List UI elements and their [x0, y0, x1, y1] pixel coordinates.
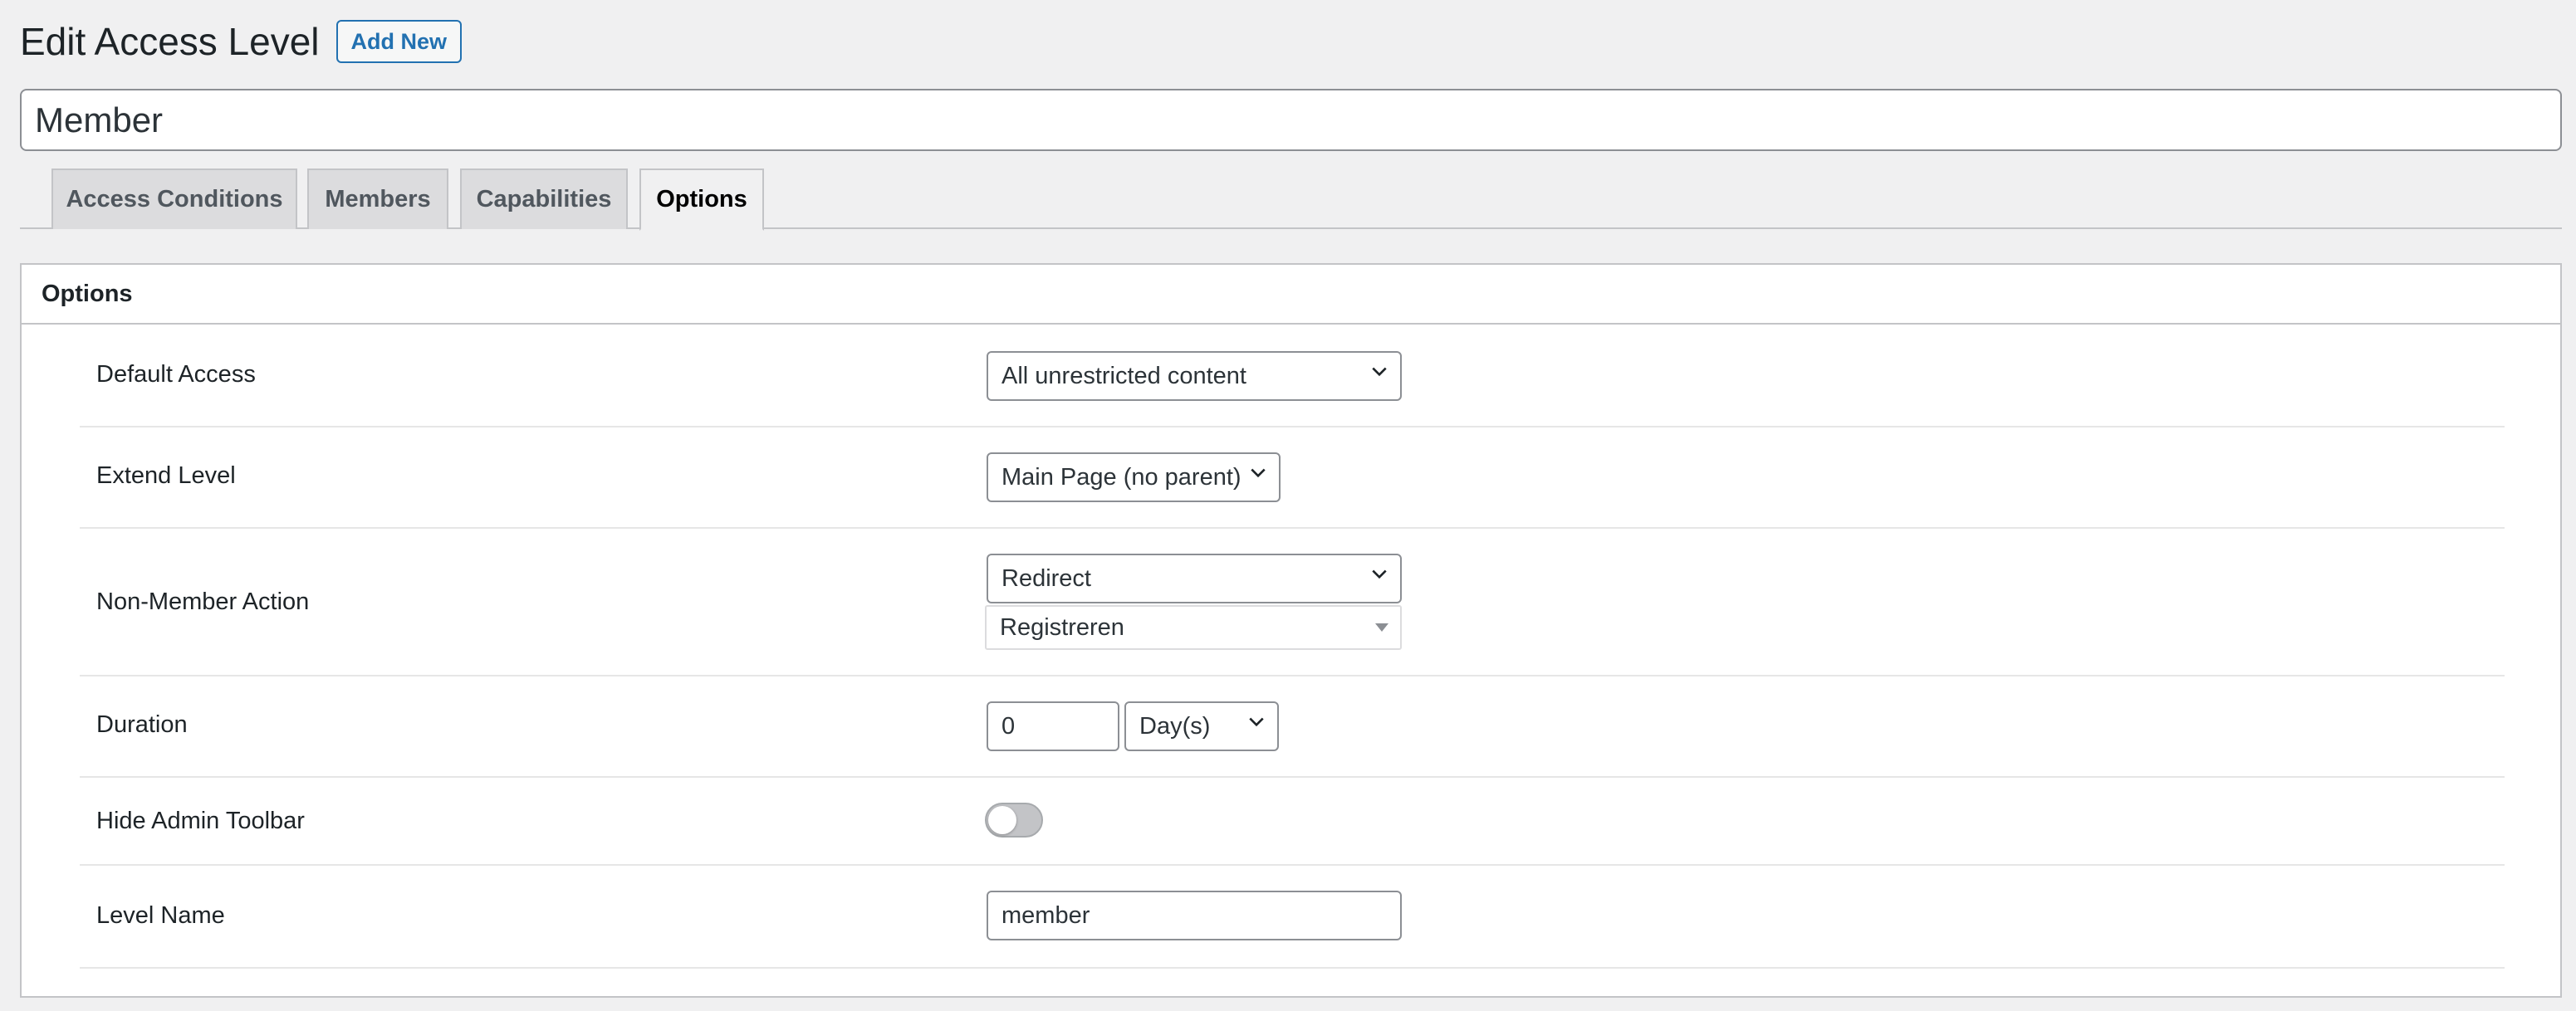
- non-member-action-row: Non-Member Action Redirect Registreren: [80, 529, 2505, 676]
- default-access-select[interactable]: All unrestricted content: [987, 351, 1402, 401]
- duration-value-input[interactable]: [987, 701, 1119, 751]
- duration-row: Duration Day(s): [80, 676, 2505, 778]
- hide-admin-toolbar-toggle[interactable]: [985, 803, 1043, 838]
- non-member-action-label: Non-Member Action: [96, 589, 310, 615]
- non-member-action-select[interactable]: Redirect: [987, 554, 1402, 603]
- tab-members[interactable]: Members: [307, 168, 448, 229]
- options-panel-heading: Options: [22, 265, 2560, 325]
- edit-access-level-page: Edit Access Level Add New Access Conditi…: [0, 0, 2576, 1011]
- extend-level-label: Extend Level: [96, 462, 236, 489]
- duration-label: Duration: [96, 711, 188, 738]
- page-title: Edit Access Level: [20, 20, 320, 63]
- default-access-label: Default Access: [96, 361, 256, 388]
- tab-access-conditions[interactable]: Access Conditions: [51, 168, 297, 229]
- chevron-down-icon: [1251, 468, 1266, 478]
- redirect-target-selected: Registreren: [1000, 613, 1124, 641]
- tab-options[interactable]: Options: [639, 168, 764, 231]
- chevron-down-icon: [1249, 717, 1264, 727]
- default-access-selected: All unrestricted content: [1002, 362, 1246, 389]
- toggle-knob: [988, 806, 1016, 834]
- level-title-input[interactable]: [20, 89, 2562, 151]
- options-panel: Options Default Access All unrestricted …: [20, 263, 2562, 998]
- extend-level-row: Extend Level Main Page (no parent): [80, 427, 2505, 529]
- extend-level-selected: Main Page (no parent): [1002, 463, 1241, 491]
- redirect-target-select[interactable]: Registreren: [985, 605, 1402, 650]
- caret-down-icon: [1375, 623, 1388, 632]
- level-name-row: Level Name: [80, 866, 2505, 969]
- add-new-button[interactable]: Add New: [335, 20, 463, 63]
- page-header: Edit Access Level Add New: [20, 17, 463, 66]
- extend-level-select[interactable]: Main Page (no parent): [987, 452, 1281, 502]
- chevron-down-icon: [1372, 569, 1387, 579]
- default-access-row: Default Access All unrestricted content: [80, 326, 2505, 427]
- level-name-input[interactable]: [987, 891, 1402, 940]
- hide-admin-toolbar-label: Hide Admin Toolbar: [96, 808, 305, 834]
- non-member-action-selected: Redirect: [1002, 564, 1091, 592]
- level-name-label: Level Name: [96, 902, 225, 929]
- tab-bar: Access Conditions Members Capabilities O…: [20, 168, 2562, 231]
- duration-unit-selected: Day(s): [1139, 712, 1211, 740]
- hide-admin-toolbar-row: Hide Admin Toolbar: [80, 778, 2505, 866]
- duration-unit-select[interactable]: Day(s): [1124, 701, 1279, 751]
- chevron-down-icon: [1372, 367, 1387, 377]
- tab-capabilities[interactable]: Capabilities: [460, 168, 628, 229]
